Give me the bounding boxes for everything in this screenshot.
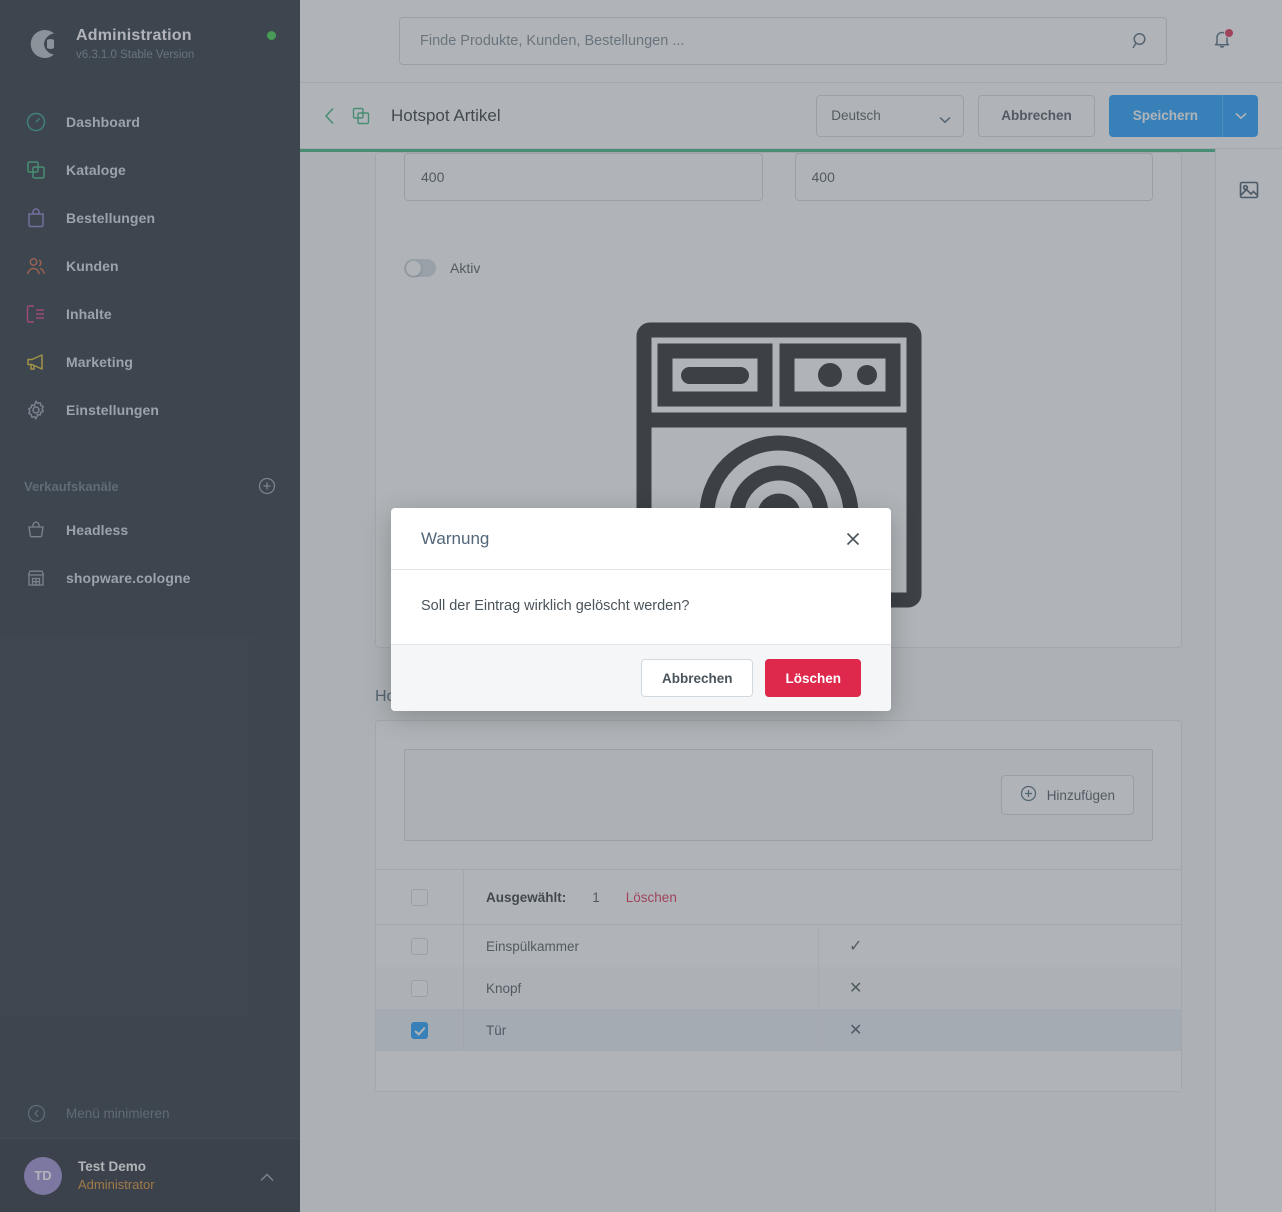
modal-cancel-button[interactable]: Abbrechen: [640, 659, 754, 697]
modal-confirm-delete-button[interactable]: Löschen: [765, 659, 861, 697]
modal-title: Warnung: [421, 528, 490, 548]
modal-message: Soll der Eintrag wirklich gelöscht werde…: [391, 570, 891, 644]
modal-header: Warnung: [391, 508, 891, 570]
admin-app: Administration v6.3.1.0 Stable Version D…: [0, 0, 1282, 1212]
modal-footer: Abbrechen Löschen: [391, 644, 891, 711]
close-icon[interactable]: [845, 531, 861, 547]
warning-modal: Warnung Soll der Eintrag wirklich gelösc…: [391, 508, 891, 711]
